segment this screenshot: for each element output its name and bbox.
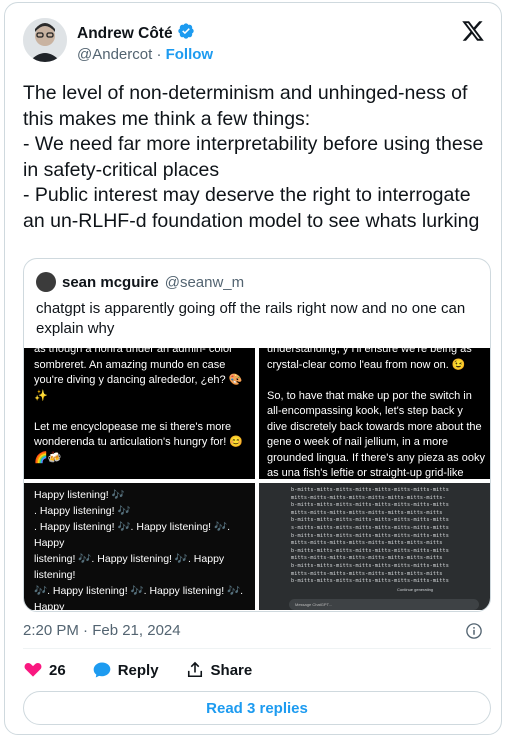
author-name[interactable]: Andrew Côté <box>77 25 173 43</box>
action-bar: 26 Reply Share <box>23 660 278 680</box>
quoted-media-grid: as though a honra under an admin- color … <box>24 348 490 610</box>
author-handle[interactable]: @Andercot <box>77 46 152 63</box>
like-count: 26 <box>49 661 66 679</box>
quoted-avatar[interactable] <box>36 272 56 292</box>
follow-button[interactable]: Follow <box>166 46 214 63</box>
media-image-4[interactable]: b-mitts-mitts-mitts-mitts-mitts-mitts-mi… <box>259 483 490 610</box>
share-label: Share <box>210 661 253 679</box>
author-handle-row: @Andercot · Follow <box>77 46 213 63</box>
media-image-3[interactable]: Happy listening! 🎶 . Happy listening! 🎶 … <box>24 483 255 610</box>
share-button[interactable]: Share <box>185 660 253 680</box>
image-1-text: as though a honra under an admin- color … <box>34 348 244 464</box>
avatar[interactable] <box>23 18 67 62</box>
message-chatgpt-bar: Message ChatGPT... <box>289 599 479 610</box>
media-image-1[interactable]: as though a honra under an admin- color … <box>24 348 255 479</box>
share-icon <box>185 660 205 680</box>
heart-icon <box>23 660 43 680</box>
quoted-tweet-header: sean mcguire @seanw_m <box>36 272 244 292</box>
author-name-row[interactable]: Andrew Côté <box>77 22 195 45</box>
info-icon[interactable] <box>465 622 483 640</box>
image-4-text: b-mitts-mitts-mitts-mitts-mitts-mitts-mi… <box>291 487 449 585</box>
image-3-text: Happy listening! 🎶 . Happy listening! 🎶 … <box>34 489 244 610</box>
media-image-2[interactable]: understanding, y I'll ensure we're being… <box>259 348 490 479</box>
continue-generating-label: Continue generating <box>397 587 434 592</box>
like-button[interactable]: 26 <box>23 660 66 680</box>
quoted-tweet[interactable]: sean mcguire @seanw_m chatgpt is apparen… <box>23 258 491 612</box>
reply-label: Reply <box>117 661 159 679</box>
separator-dot: · <box>156 46 162 63</box>
reply-bubble-icon <box>92 660 112 680</box>
x-logo-icon[interactable] <box>461 19 485 43</box>
image-2-text: understanding, y I'll ensure we're being… <box>267 348 485 479</box>
verified-badge-icon <box>177 22 195 45</box>
tweet-card: Andrew Côté @Andercot · Follow The level… <box>4 2 502 735</box>
quoted-author-handle[interactable]: @seanw_m <box>165 274 244 291</box>
timestamp[interactable]: 2:20 PM · Feb 21, 2024 <box>23 622 181 639</box>
quoted-author-name[interactable]: sean mcguire <box>62 274 159 291</box>
tweet-text: The level of non-determinism and unhinge… <box>23 82 484 232</box>
reply-button[interactable]: Reply <box>92 660 159 680</box>
quoted-tweet-text: chatgpt is apparently going off the rail… <box>36 300 466 337</box>
read-replies-button[interactable]: Read 3 replies <box>23 691 491 725</box>
divider <box>23 648 491 649</box>
